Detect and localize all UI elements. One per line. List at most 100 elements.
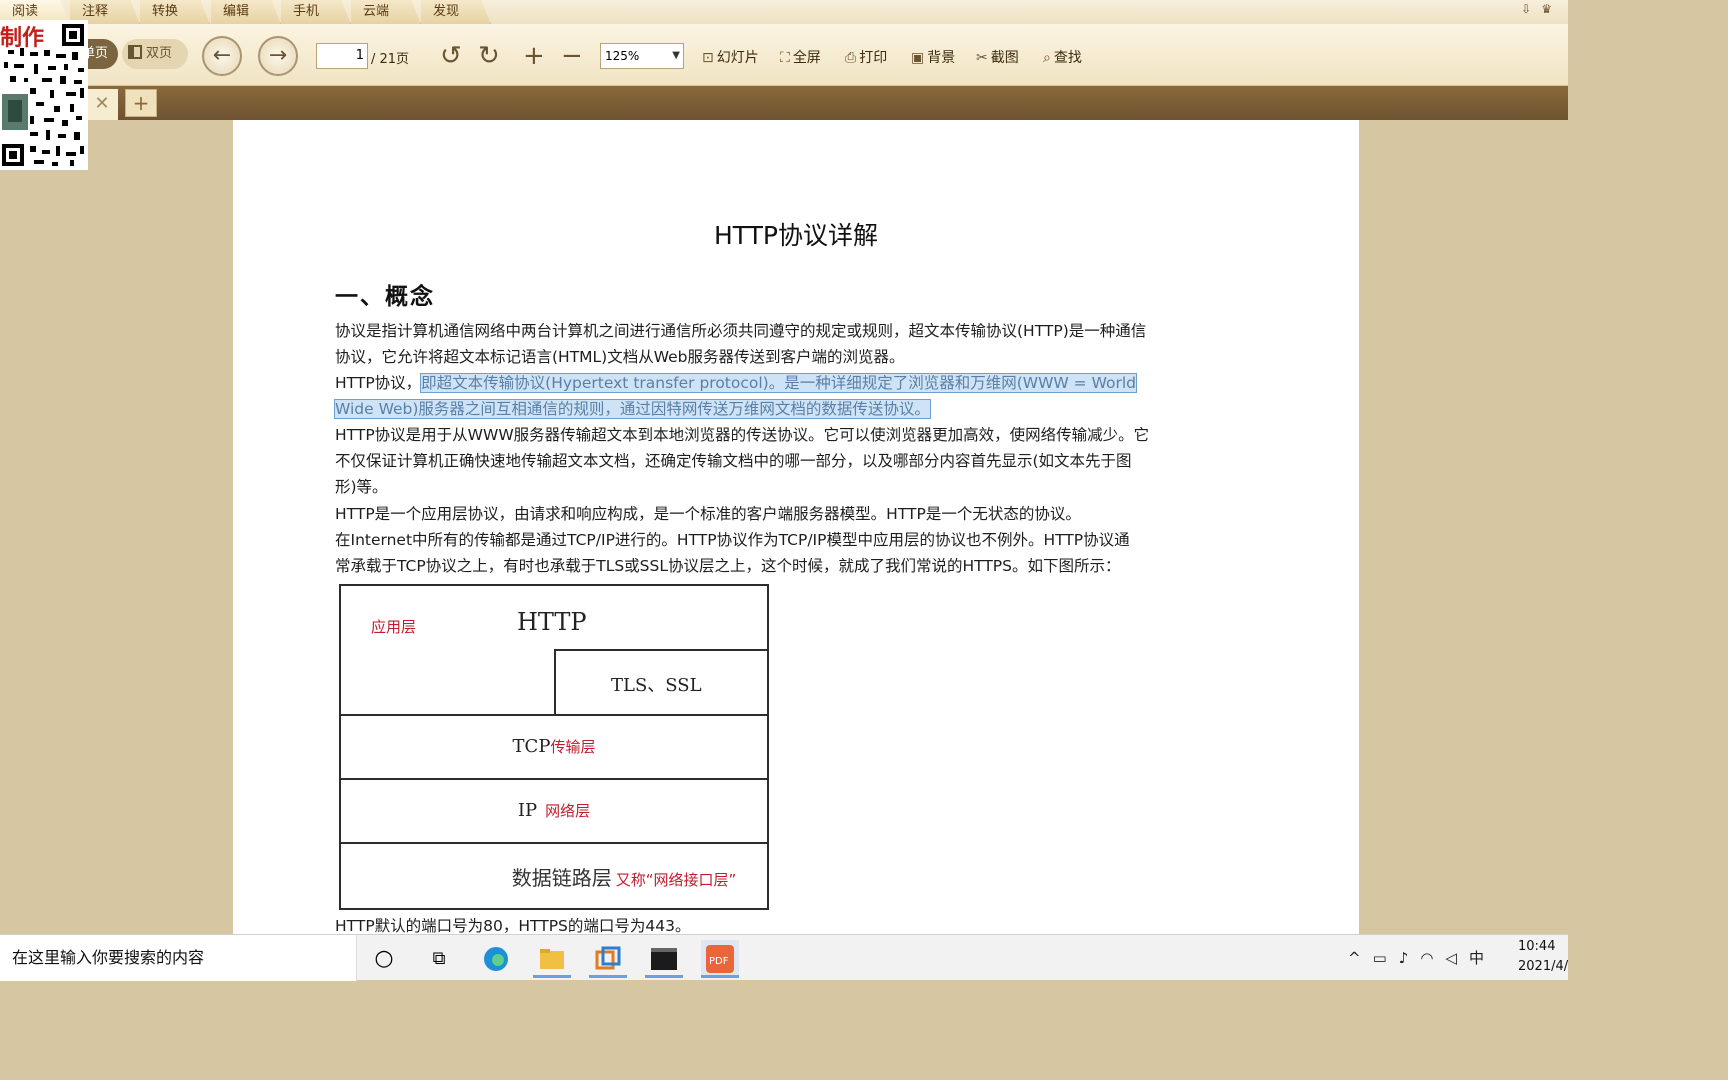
paragraph-5: 在Internet中所有的传输都是通过TCP/IP进行的。HTTP协议作为TCP…	[335, 527, 1259, 579]
double-page-label: 双页	[146, 46, 173, 61]
tls-ssl-box: TLS、SSL	[554, 649, 769, 714]
paragraph-4: HTTP是一个应用层协议，由请求和响应构成，是一个标准的客户端服务器模型。HTT…	[335, 505, 1081, 523]
print-label: 打印	[859, 50, 888, 66]
chevron-up-icon[interactable]: ^	[1348, 949, 1373, 967]
fullscreen-label: 全屏	[792, 50, 821, 66]
transport-layer-label: 传输层	[550, 738, 596, 756]
terminal-icon[interactable]	[645, 940, 683, 978]
zoom-select[interactable]: 125% ▼	[600, 43, 684, 69]
clock-date: 2021/4/	[1518, 959, 1569, 974]
page-number-input[interactable]: 1	[316, 43, 368, 69]
background-icon: ▣	[911, 50, 925, 66]
background-button[interactable]: ▣ 背景	[911, 47, 955, 67]
clock-time: 10:44	[1518, 939, 1556, 954]
http-label: HTTP	[517, 608, 587, 636]
rotate-left-icon[interactable]: ↺	[440, 42, 462, 70]
link-layer-label: 数据链路层	[511, 866, 612, 890]
protocol-stack-diagram: 应用层 HTTP TLS、SSL TCP传输层 IP 网络层 数据链路层 又称“网络…	[339, 584, 769, 910]
selected-text[interactable]: Wide Web)服务器之间互相通信的规则，通过因特网传送万维网文档的数据传送协…	[334, 399, 931, 419]
print-button[interactable]: ⎙ 打印	[845, 47, 887, 67]
next-page-button[interactable]: →	[258, 36, 298, 76]
selected-text[interactable]: 即超文本传输协议(Hypertext transfer protocol)。是一…	[420, 373, 1138, 393]
paragraph-line: 协议，它允许将超文本标记语言(HTML)文档从Web服务器传送到客户端的浏览器。	[335, 348, 905, 366]
screenshot-button[interactable]: ✂ 截图	[976, 47, 1019, 67]
taskbar-clock[interactable]: 10:44 2021/4/	[1518, 937, 1568, 977]
window-controls[interactable]: ⇩♛	[1521, 2, 1562, 16]
tcp-label: TCP	[512, 736, 551, 757]
qr-watermark-text: 制作	[0, 25, 45, 51]
arrow-left-icon: ←	[212, 43, 232, 68]
menu-bar: 阅读 注释 转换 编辑 手机 云端 发现 ⇩♛	[0, 0, 1568, 24]
slideshow-icon: ⊡	[702, 50, 714, 66]
search-icon: ⌕	[1043, 50, 1051, 66]
menu-tab-mobile[interactable]: 手机	[281, 0, 351, 24]
taskbar-search-input[interactable]: 在这里输入你要搜索的内容	[0, 935, 357, 981]
chevron-down-icon: ▼	[672, 50, 680, 61]
fullscreen-button[interactable]: ⛶ 全屏	[780, 47, 821, 67]
skin-icon[interactable]: ♛	[1541, 2, 1562, 16]
system-tray[interactable]: ^▭♪◠◁中	[1348, 947, 1496, 968]
zoom-out-icon[interactable]: −	[561, 42, 583, 70]
paragraph-line: 常承载于TCP协议之上，有时也承载于TLS或SSL协议层之上，这个时候，就成了我…	[335, 557, 1121, 575]
page-title: HTTP协议详解	[714, 221, 878, 250]
find-label: 查找	[1053, 50, 1082, 66]
pdf-reader-icon[interactable]: PDF	[701, 940, 739, 978]
link-layer: 数据链路层 又称“网络接口层”	[341, 842, 767, 908]
rotate-right-icon[interactable]: ↻	[478, 42, 500, 70]
microphone-icon[interactable]: ♪	[1399, 949, 1421, 967]
network-layer-label: 网络层	[545, 802, 591, 820]
zoom-value: 125%	[605, 49, 640, 63]
menu-tab-discover[interactable]: 发现	[421, 0, 491, 24]
menu-dropdown-icon[interactable]: ⇩	[1521, 2, 1541, 16]
zoom-in-icon[interactable]: +	[523, 42, 545, 70]
document-tab-strip: ✕	[0, 86, 1568, 120]
ime-indicator[interactable]: 中	[1469, 949, 1496, 967]
paragraph-3: HTTP协议是用于从WWW服务器传输超文本到本地浏览器的传送协议。它可以使浏览器…	[335, 422, 1259, 500]
slideshow-label: 幻灯片	[716, 50, 759, 66]
volume-icon[interactable]: ◁	[1445, 949, 1469, 967]
edge-browser-icon[interactable]	[477, 940, 515, 978]
paragraph-line: 在Internet中所有的传输都是通过TCP/IP进行的。HTTP协议作为TCP…	[335, 531, 1130, 549]
wifi-icon[interactable]: ◠	[1420, 949, 1445, 967]
section-heading: 一、概念	[335, 284, 435, 310]
battery-icon[interactable]: ▭	[1373, 949, 1399, 967]
paragraph-lead: HTTP协议，	[335, 374, 422, 392]
paragraph-1: 协议是指计算机通信网络中两台计算机之间进行通信所必须共同遵守的规定或规则，超文本…	[335, 318, 1259, 370]
paragraph-line: 不仅保证计算机正确快速地传输超文本文档，还确定传输文档中的哪一部分，以及哪部分内…	[335, 452, 1132, 470]
paragraph-line: HTTP协议是用于从WWW服务器传输超文本到本地浏览器的传送协议。它可以使浏览器…	[335, 426, 1150, 444]
new-tab-button[interactable]: +	[125, 89, 157, 117]
scissors-icon: ✂	[976, 50, 988, 66]
print-icon: ⎙	[845, 50, 857, 66]
ip-label: IP	[517, 800, 538, 821]
menu-tab-edit[interactable]: 编辑	[211, 0, 281, 24]
double-page-button[interactable]: 双页	[122, 39, 188, 69]
file-explorer-icon[interactable]	[533, 940, 571, 978]
port-info-line: HTTP默认的端口号为80，HTTPS的端口号为443。	[335, 917, 691, 934]
background-label: 背景	[927, 50, 956, 66]
tls-ssl-label: TLS、SSL	[611, 675, 702, 696]
screenshot-label: 截图	[990, 50, 1019, 66]
arrow-right-icon: →	[268, 43, 288, 68]
paragraph-line: 形)等。	[335, 478, 388, 496]
paragraph-line: 协议是指计算机通信网络中两台计算机之间进行通信所必须共同遵守的规定或规则，超文本…	[335, 322, 1147, 340]
menu-tab-cloud[interactable]: 云端	[351, 0, 421, 24]
fullscreen-icon: ⛶	[780, 50, 790, 66]
virtual-machine-icon[interactable]	[589, 940, 627, 978]
toolbar: 单页 双页 ← → 1 / 21页 ↺ ↻ + − 125% ▼ ⊡ 幻灯片 ⛶ 全屏…	[0, 24, 1568, 86]
double-page-icon	[128, 45, 142, 59]
prev-page-button[interactable]: ←	[202, 36, 242, 76]
link-layer-alias: 又称“网络接口层”	[615, 871, 737, 889]
menu-tab-convert[interactable]: 转换	[140, 0, 210, 24]
slideshow-button[interactable]: ⊡ 幻灯片	[702, 47, 759, 67]
document-page: HTTP协议详解 一、概念 协议是指计算机通信网络中两台计算机之间进行通信所必须…	[233, 120, 1359, 934]
cortana-circle-icon[interactable]: ○	[365, 940, 403, 978]
find-button[interactable]: ⌕ 查找	[1043, 47, 1082, 67]
network-layer: IP 网络层	[341, 778, 767, 842]
taskbar: 在这里输入你要搜索的内容 ○ ⧉ PDF ^▭♪◠◁中 10:44 2021/4/	[0, 934, 1568, 981]
paragraph-line: Wide Web)服务器之间互相通信的规则，通过因特网传送万维网文档的数据传送协…	[334, 396, 1265, 422]
task-view-icon[interactable]: ⧉	[420, 940, 458, 978]
page-total: / 21页	[371, 52, 410, 67]
transport-layer: TCP传输层	[341, 714, 767, 778]
close-tab-icon[interactable]: ✕	[86, 89, 118, 120]
app-layer-label: 应用层	[371, 618, 417, 636]
